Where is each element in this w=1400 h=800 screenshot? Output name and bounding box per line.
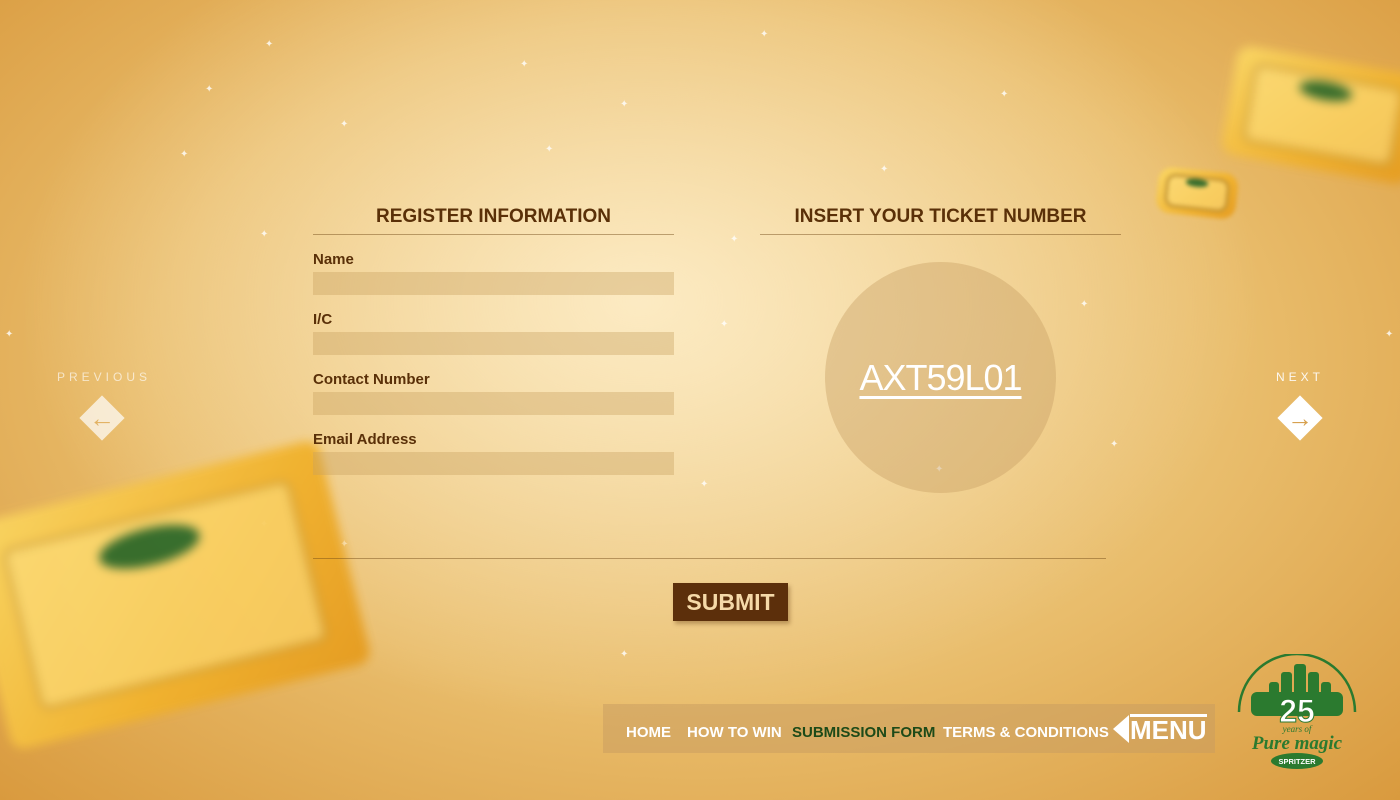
ticket-inner [1, 478, 329, 712]
menu-toggle-button[interactable]: MENU [1113, 713, 1207, 745]
sparkle-icon: ✦ [5, 329, 14, 340]
menu-item-submission-form[interactable]: SUBMISSION FORM [792, 724, 935, 741]
pure-magic-25-logo[interactable]: 25 years of Pure magic SPRITZER [1235, 654, 1359, 772]
arrow-right-icon: → [1287, 403, 1313, 433]
menu-toggle-label: MENU [1130, 714, 1207, 745]
ic-field[interactable] [313, 332, 674, 355]
sparkle-icon: ✦ [340, 119, 349, 130]
submit-button[interactable]: SUBMIT [673, 583, 788, 621]
sparkle-icon: ✦ [720, 319, 729, 330]
ticket-title: INSERT YOUR TICKET NUMBER [760, 206, 1121, 235]
golden-ticket-decoration [1154, 165, 1240, 221]
logo-brand: SPRITZER [1278, 757, 1316, 766]
contact-number-field[interactable] [313, 392, 674, 415]
next-label: NEXT [1275, 370, 1324, 384]
sparkle-icon: ✦ [730, 234, 739, 245]
logo-line2: Pure magic [1251, 733, 1343, 754]
sparkle-icon: ✦ [260, 229, 269, 240]
sparkle-icon: ✦ [1000, 89, 1009, 100]
menu-item-how-to-win[interactable]: HOW TO WIN [687, 724, 782, 741]
form-divider [313, 558, 1106, 559]
ticket-number-value[interactable]: AXT59L01 [859, 357, 1022, 399]
golden-ticket-decoration [1219, 44, 1400, 186]
golden-ticket-decoration [0, 438, 373, 752]
sparkle-icon: ✦ [760, 29, 769, 40]
sparkle-icon: ✦ [880, 164, 889, 175]
next-nav[interactable]: NEXT → [1255, 370, 1345, 441]
previous-arrow-button[interactable]: ← [79, 395, 125, 441]
sparkle-icon: ✦ [205, 84, 214, 95]
sparkle-icon: ✦ [1110, 439, 1119, 450]
name-field[interactable] [313, 272, 674, 295]
sparkle-icon: ✦ [520, 59, 529, 70]
ic-label: I/C [313, 311, 333, 328]
sparkle-icon: ✦ [1385, 329, 1394, 340]
previous-nav[interactable]: PREVIOUS ← [57, 370, 152, 441]
contact-number-label: Contact Number [313, 371, 430, 388]
sparkle-icon: ✦ [620, 99, 629, 110]
ticket-inner [1241, 62, 1400, 168]
sparkle-icon: ✦ [700, 479, 709, 490]
register-title: REGISTER INFORMATION [313, 206, 674, 235]
menu-item-terms-conditions[interactable]: TERMS & CONDITIONS [943, 724, 1109, 741]
caret-left-icon [1113, 715, 1129, 743]
name-label: Name [313, 251, 354, 268]
ticket-number-circle[interactable]: AXT59L01 [825, 262, 1056, 493]
sparkle-icon: ✦ [1080, 299, 1089, 310]
sparkle-icon: ✦ [265, 39, 274, 50]
bottom-menu-bar: HOME HOW TO WIN SUBMISSION FORM TERMS & … [603, 704, 1215, 753]
sparkle-icon: ✦ [545, 144, 554, 155]
menu-item-home[interactable]: HOME [626, 724, 671, 741]
next-arrow-button[interactable]: → [1277, 395, 1323, 441]
sparkle-icon: ✦ [180, 149, 189, 160]
sparkle-icon: ✦ [620, 649, 629, 660]
previous-label: PREVIOUS [57, 370, 152, 384]
email-field[interactable] [313, 452, 674, 475]
arrow-left-icon: ← [89, 403, 115, 433]
email-label: Email Address [313, 431, 417, 448]
